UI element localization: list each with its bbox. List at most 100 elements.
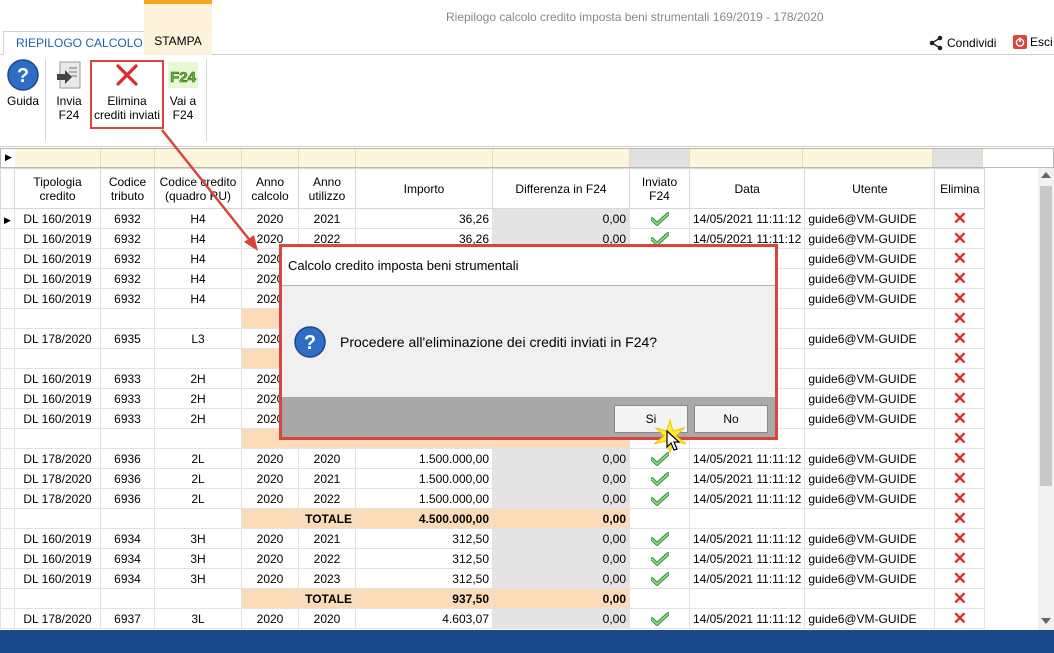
- vertical-scrollbar[interactable]: [1038, 168, 1054, 630]
- delete-row-icon[interactable]: ✕: [953, 530, 967, 548]
- header-importo[interactable]: Importo: [355, 168, 493, 209]
- delete-row-icon[interactable]: ✕: [953, 390, 967, 408]
- delete-row-icon[interactable]: ✕: [953, 590, 967, 608]
- cell-elimina[interactable]: ✕: [934, 448, 986, 469]
- table-row[interactable]: DL 178/2020 6937 3L 2020 2020 4.603,07 0,00 14/…: [0, 608, 986, 629]
- cell-elimina[interactable]: ✕: [934, 428, 986, 449]
- table-row[interactable]: DL 178/2020 6936 2L 2020 2022 1.500.000,00 0,0…: [0, 488, 986, 509]
- cell-elimina[interactable]: ✕: [934, 548, 986, 569]
- filter-cell[interactable]: [101, 149, 155, 167]
- cell-elimina[interactable]: ✕: [934, 488, 986, 509]
- cell-empty: [100, 508, 155, 529]
- header-inviato[interactable]: Inviato F24: [629, 168, 690, 209]
- scroll-up-icon[interactable]: [1041, 172, 1051, 178]
- filter-cell[interactable]: [356, 149, 493, 167]
- row-indicator: [0, 228, 15, 249]
- filter-cell[interactable]: [933, 149, 983, 167]
- delete-row-icon[interactable]: ✕: [953, 570, 967, 588]
- cell-empty: [241, 588, 299, 609]
- delete-row-icon[interactable]: ✕: [953, 490, 967, 508]
- header-data[interactable]: Data: [688, 168, 806, 209]
- delete-row-icon[interactable]: ✕: [953, 230, 967, 248]
- cell-elimina[interactable]: ✕: [934, 228, 986, 249]
- table-row[interactable]: DL 178/2020 6936 2L 2020 2020 1.500.000,00 0,0…: [0, 448, 986, 469]
- cell-elimina[interactable]: ✕: [934, 408, 986, 429]
- header-elimina[interactable]: Elimina: [934, 168, 986, 209]
- delete-row-icon[interactable]: ✕: [953, 550, 967, 568]
- scroll-thumb[interactable]: [1040, 186, 1052, 486]
- cell-importo: 36,26: [355, 208, 493, 229]
- table-row[interactable]: DL 160/2019 6934 3H 2020 2021 312,50 0,00 14/05…: [0, 528, 986, 549]
- delete-row-icon[interactable]: ✕: [953, 430, 967, 448]
- delete-row-icon[interactable]: ✕: [953, 410, 967, 428]
- cell-elimina[interactable]: ✕: [934, 268, 986, 289]
- delete-row-icon[interactable]: ✕: [953, 450, 967, 468]
- cell-elimina[interactable]: ✕: [934, 248, 986, 269]
- check-icon: [650, 552, 669, 566]
- no-button[interactable]: No: [694, 405, 768, 433]
- total-row[interactable]: TOTALE 4.500.000,00 0,00 ✕: [0, 508, 986, 529]
- filter-cell[interactable]: [155, 149, 242, 167]
- header-codice-credito[interactable]: Codice credito (quadro RU): [154, 168, 242, 209]
- table-row[interactable]: ▶ DL 160/2019 6932 H4 2020 2021 36,26 0,00 14/05…: [0, 208, 986, 229]
- guida-button[interactable]: ? Guida: [6, 59, 40, 108]
- cell-elimina[interactable]: ✕: [934, 208, 986, 229]
- cell-elimina[interactable]: ✕: [934, 568, 986, 589]
- scroll-down-icon[interactable]: [1041, 618, 1051, 624]
- cell-elimina[interactable]: ✕: [934, 288, 986, 309]
- svg-text:?: ?: [304, 332, 316, 354]
- filter-cell[interactable]: [690, 149, 803, 167]
- filter-cell[interactable]: [493, 149, 630, 167]
- delete-row-icon[interactable]: ✕: [953, 210, 967, 228]
- row-indicator: [0, 428, 15, 449]
- delete-row-icon[interactable]: ✕: [953, 310, 967, 328]
- cell-elimina[interactable]: ✕: [934, 308, 986, 329]
- delete-row-icon[interactable]: ✕: [953, 290, 967, 308]
- cell-codice-credito: H4: [154, 288, 242, 309]
- cell-elimina[interactable]: ✕: [934, 508, 986, 529]
- cell-elimina[interactable]: ✕: [934, 468, 986, 489]
- vai-a-f24-button[interactable]: F24 Vai a F24: [166, 59, 200, 122]
- header-codice-tributo[interactable]: Codice tributo: [100, 168, 155, 209]
- cell-empty: [804, 588, 936, 609]
- cell-elimina[interactable]: ✕: [934, 608, 986, 629]
- cell-utente: guide6@VM-GUIDE: [804, 288, 936, 309]
- total-row[interactable]: TOTALE 937,50 0,00 ✕: [0, 588, 986, 609]
- header-anno-calcolo[interactable]: Anno calcolo: [241, 168, 299, 209]
- table-row[interactable]: DL 160/2019 6934 3H 2020 2023 312,50 0,00 14/05…: [0, 568, 986, 589]
- filter-cell[interactable]: [630, 149, 690, 167]
- table-row[interactable]: DL 178/2020 6936 2L 2020 2021 1.500.000,00 0,0…: [0, 468, 986, 489]
- cell-utente: guide6@VM-GUIDE: [804, 488, 936, 509]
- header-tipologia[interactable]: Tipologia credito: [14, 168, 101, 209]
- filter-cell[interactable]: [242, 149, 299, 167]
- filter-cell[interactable]: [299, 149, 356, 167]
- delete-row-icon[interactable]: ✕: [953, 330, 967, 348]
- cell-codice-tributo: 6932: [100, 268, 155, 289]
- filter-row: ▶: [0, 148, 1054, 168]
- delete-row-icon[interactable]: ✕: [953, 370, 967, 388]
- delete-row-icon[interactable]: ✕: [953, 350, 967, 368]
- header-utente[interactable]: Utente: [804, 168, 936, 209]
- header-anno-utilizzo[interactable]: Anno utilizzo: [298, 168, 356, 209]
- cell-elimina[interactable]: ✕: [934, 328, 986, 349]
- cell-elimina[interactable]: ✕: [934, 348, 986, 369]
- filter-cell[interactable]: [15, 149, 101, 167]
- delete-row-icon[interactable]: ✕: [953, 250, 967, 268]
- cell-elimina[interactable]: ✕: [934, 528, 986, 549]
- delete-row-icon[interactable]: ✕: [953, 470, 967, 488]
- delete-row-icon[interactable]: ✕: [953, 510, 967, 528]
- delete-row-icon[interactable]: ✕: [953, 610, 967, 628]
- tab-stampa[interactable]: STAMPA: [144, 4, 212, 55]
- cell-elimina[interactable]: ✕: [934, 368, 986, 389]
- dialog-body: ? Procedere all'eliminazione dei crediti…: [282, 286, 775, 397]
- cell-elimina[interactable]: ✕: [934, 588, 986, 609]
- share-button[interactable]: Condividi: [928, 35, 996, 51]
- header-differenza[interactable]: Differenza in F24: [492, 168, 630, 209]
- table-row[interactable]: DL 160/2019 6934 3H 2020 2022 312,50 0,00 14/05…: [0, 548, 986, 569]
- invia-f24-button[interactable]: Invia F24: [52, 59, 86, 122]
- cell-elimina[interactable]: ✕: [934, 388, 986, 409]
- filter-cell[interactable]: [803, 149, 933, 167]
- tab-riepilogo-calcolo[interactable]: RIEPILOGO CALCOLO: [3, 31, 156, 55]
- delete-row-icon[interactable]: ✕: [953, 270, 967, 288]
- exit-button[interactable]: Esci: [1013, 35, 1053, 49]
